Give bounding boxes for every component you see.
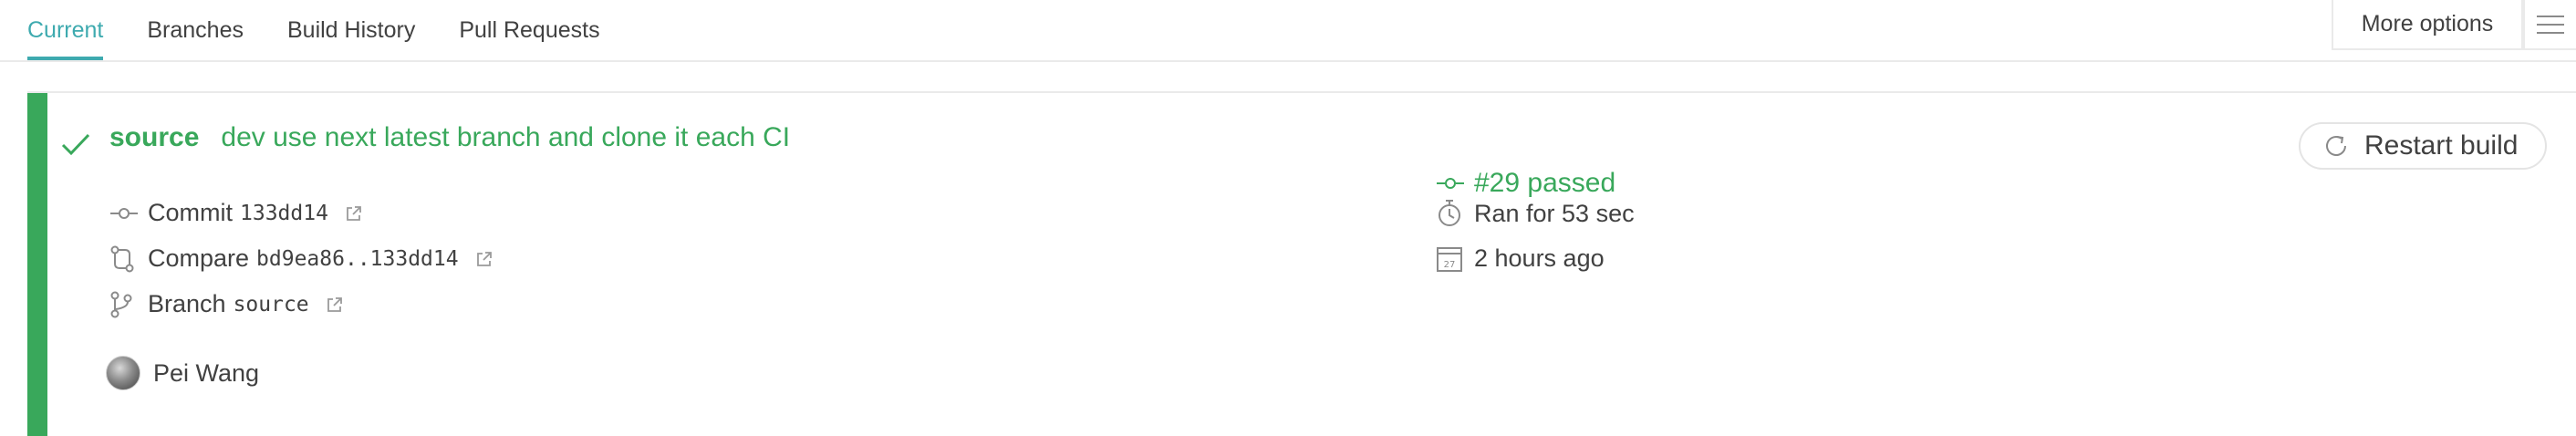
commit-row: Commit 133dd14	[109, 199, 363, 227]
repo-link[interactable]: source	[109, 122, 199, 153]
build-number-status[interactable]: #29 passed	[1474, 168, 1615, 199]
commit-icon	[1436, 176, 1469, 191]
external-link-icon[interactable]	[475, 250, 493, 268]
duration-row: Ran for 53 sec	[1436, 199, 1635, 228]
check-icon	[61, 133, 90, 156]
tab-build-history[interactable]: Build History	[287, 0, 415, 60]
author-row: Pei Wang	[106, 356, 259, 390]
duration-text: Ran for 53 sec	[1474, 199, 1635, 227]
build-card: source dev use next latest branch and cl…	[27, 91, 2576, 436]
tab-bar: Current Branches Build History Pull Requ…	[0, 0, 2576, 62]
restart-build-label: Restart build	[2364, 130, 2519, 161]
compare-label: Compare	[148, 244, 250, 272]
more-options-button[interactable]: More options	[2332, 0, 2523, 50]
branch-row: Branch source	[109, 290, 344, 318]
compare-row: Compare bd9ea86..133dd14	[109, 244, 493, 273]
tab-current[interactable]: Current	[27, 0, 104, 60]
compare-range-link[interactable]: bd9ea86..133dd14	[256, 247, 459, 271]
stopwatch-icon	[1436, 199, 1469, 228]
commit-message[interactable]: dev use next latest branch and clone it …	[221, 122, 790, 153]
finished-text: 2 hours ago	[1474, 244, 1605, 272]
calendar-icon: 27	[1436, 245, 1469, 273]
restart-icon	[2326, 136, 2346, 156]
avatar	[106, 356, 140, 390]
compare-icon	[109, 245, 142, 273]
tab-pull-requests[interactable]: Pull Requests	[459, 0, 599, 60]
commit-icon	[109, 206, 142, 221]
hamburger-menu-icon	[2537, 15, 2564, 34]
build-title: source dev use next latest branch and cl…	[109, 122, 790, 153]
branch-icon	[109, 291, 142, 318]
restart-build-button[interactable]: Restart build	[2299, 122, 2547, 170]
tabs: Current Branches Build History Pull Requ…	[27, 0, 644, 60]
build-number-row: #29 passed	[1436, 168, 1615, 199]
branch-name-link[interactable]: source	[234, 293, 309, 317]
status-bar	[27, 93, 47, 436]
branch-label: Branch	[148, 290, 226, 317]
menu-button[interactable]	[2523, 0, 2576, 50]
finished-row: 27 2 hours ago	[1436, 244, 1605, 273]
tab-branches[interactable]: Branches	[147, 0, 244, 60]
calendar-day: 27	[1444, 260, 1456, 270]
external-link-icon[interactable]	[326, 296, 344, 314]
commit-label: Commit	[148, 199, 233, 226]
commit-sha-link[interactable]: 133dd14	[240, 202, 328, 225]
external-link-icon[interactable]	[345, 204, 363, 223]
author-name: Pei Wang	[153, 358, 260, 387]
